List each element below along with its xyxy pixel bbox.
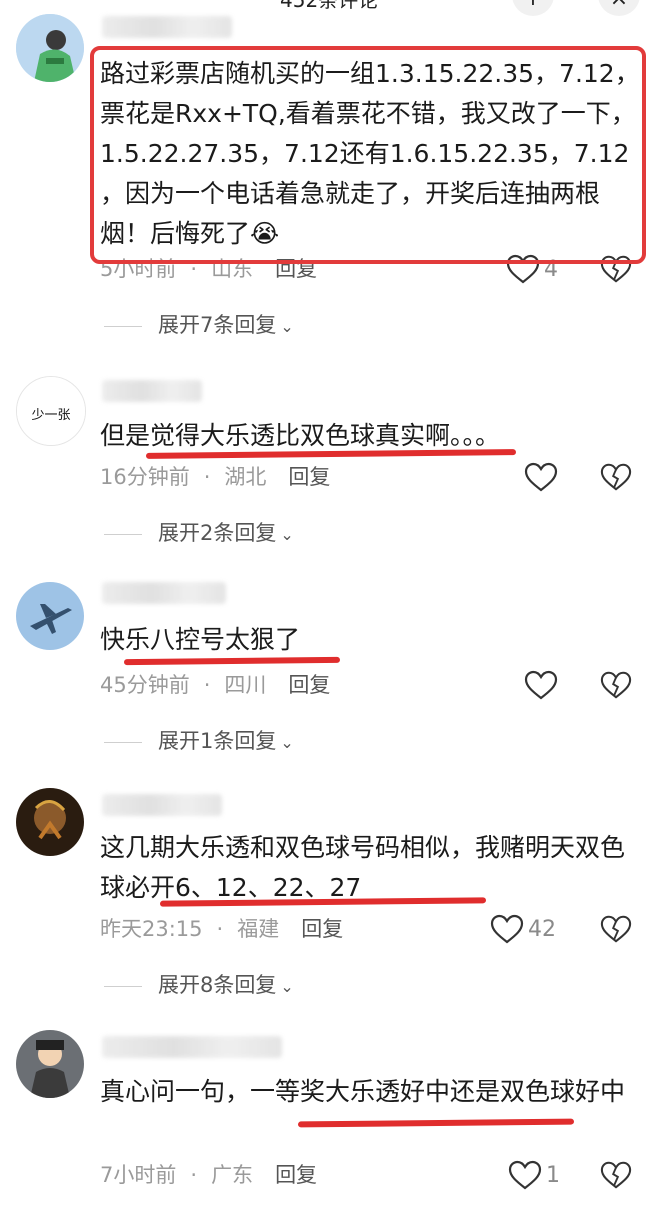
like-button[interactable] — [524, 668, 558, 702]
heart-icon — [490, 914, 524, 944]
avatar[interactable] — [16, 14, 84, 82]
heart-icon — [524, 670, 558, 700]
comment-item-2: 少一张 但是觉得大乐透比双色球真实啊。。。 16分钟前 · 湖北 回复 展开2条回复 ⌄ — [0, 368, 656, 568]
like-button[interactable]: 1 — [508, 1158, 560, 1192]
dislike-icon[interactable] — [600, 670, 632, 700]
heart-icon — [508, 1160, 542, 1190]
like-count: 42 — [528, 916, 556, 942]
expand-replies[interactable]: 展开7条回复 ⌄ — [104, 310, 294, 340]
expand-replies[interactable]: 展开1条回复 ⌄ — [104, 726, 294, 756]
comment-meta: 45分钟前 · 四川 回复 — [100, 673, 331, 697]
expand-replies[interactable]: 展开8条回复 ⌄ — [104, 970, 294, 1000]
like-button[interactable]: 42 — [490, 912, 556, 946]
reply-button[interactable]: 回复 — [288, 673, 330, 697]
avatar[interactable] — [16, 1030, 84, 1098]
like-button[interactable] — [524, 460, 558, 494]
like-count: 1 — [546, 1162, 560, 1188]
comment-text: 这几期大乐透和双色球号码相似，我赌明天双色球必开6、12、22、27 — [100, 833, 626, 902]
heart-icon — [524, 462, 558, 492]
username-blurred[interactable] — [102, 380, 202, 402]
dislike-icon[interactable] — [600, 462, 632, 492]
dislike-icon[interactable] — [600, 1160, 632, 1190]
dislike-icon[interactable] — [600, 914, 632, 944]
expand-replies[interactable]: 展开2条回复 ⌄ — [104, 518, 294, 548]
username-blurred[interactable] — [102, 582, 226, 604]
comment-item-3: 快乐八控号太狠了 45分钟前 · 四川 回复 展开1条回复 ⌄ — [0, 576, 656, 776]
reply-button[interactable]: 回复 — [275, 1163, 317, 1187]
username-blurred[interactable] — [102, 1036, 282, 1058]
comment-text: 快乐八控号太狠了 — [100, 625, 301, 654]
avatar[interactable] — [16, 582, 84, 650]
avatar[interactable]: 少一张 — [16, 376, 86, 446]
comment-item-4: 这几期大乐透和双色球号码相似，我赌明天双色球必开6、12、22、27 昨天23:… — [0, 784, 656, 1004]
svg-text:少一张: 少一张 — [31, 408, 70, 423]
comment-meta: 16分钟前 · 湖北 回复 — [100, 465, 331, 489]
comment-meta: 昨天23:15 · 福建 回复 — [100, 917, 344, 941]
username-blurred[interactable] — [102, 16, 232, 38]
username-blurred[interactable] — [102, 794, 222, 816]
comment-text: 真心问一句，一等奖大乐透好中还是双色球好中 — [100, 1077, 626, 1106]
comment-item-5: 真心问一句，一等奖大乐透好中还是双色球好中 7小时前 · 广东 回复 1 — [0, 1024, 656, 1206]
reply-button[interactable]: 回复 — [301, 917, 343, 941]
avatar[interactable] — [16, 788, 84, 856]
highlight-box — [90, 46, 646, 264]
reply-button[interactable]: 回复 — [288, 465, 330, 489]
comment-meta: 7小时前 · 广东 回复 — [100, 1163, 318, 1187]
